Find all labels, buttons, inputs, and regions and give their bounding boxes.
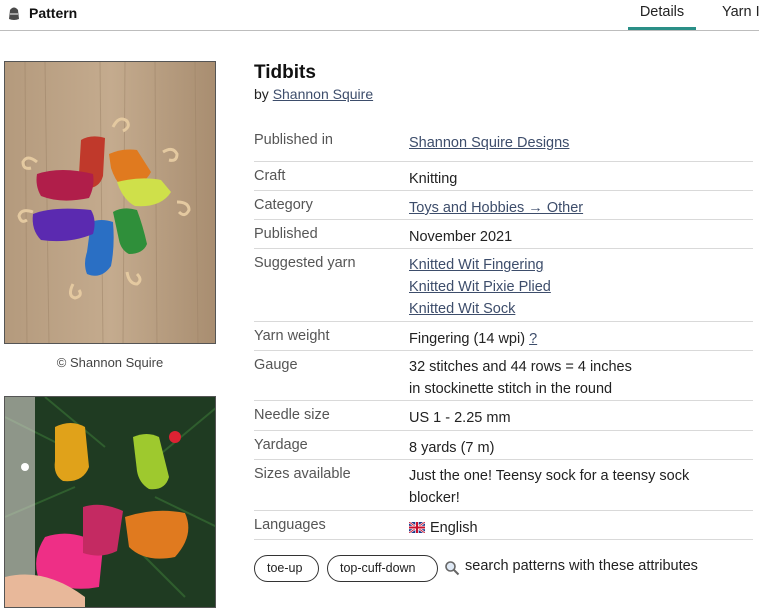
yarn-link[interactable]: Knitted Wit Pixie Plied: [409, 276, 551, 298]
detail-value: Shannon Squire Designs: [409, 132, 569, 154]
detail-value: Knitted Wit Fingering Knitted Wit Pixie …: [409, 254, 551, 320]
detail-row-needle-size: Needle size US 1 - 2.25 mm: [254, 401, 753, 431]
tag-toe-up[interactable]: toe-up: [254, 555, 319, 582]
detail-row-yardage: Yardage 8 yards (7 m): [254, 431, 753, 460]
detail-value: 8 yards (7 m): [409, 440, 495, 456]
detail-value: Knitting: [409, 171, 458, 187]
yarn-link[interactable]: Knitted Wit Fingering: [409, 254, 551, 276]
detail-label: Published in: [254, 132, 333, 148]
gauge-line: in stockinette stitch in the round: [409, 381, 613, 397]
detail-row-published: Published November 2021: [254, 220, 753, 249]
designer-link[interactable]: Shannon Squire: [273, 86, 373, 102]
pattern-icon: [9, 7, 19, 20]
pattern-photo-secondary[interactable]: [4, 396, 216, 608]
top-bar: Pattern Details Yarn I: [0, 0, 759, 31]
search-icon[interactable]: [444, 560, 460, 576]
detail-row-languages: Languages English: [254, 511, 753, 540]
sizes-line: Just the one! Teensy sock for a teensy s…: [409, 468, 690, 484]
uk-flag-icon: [409, 522, 425, 533]
category-link[interactable]: Toys and Hobbies → Other: [409, 197, 583, 219]
detail-row-sizes: Sizes available Just the one! Teensy soc…: [254, 460, 753, 511]
detail-row-craft: Craft Knitting: [254, 162, 753, 191]
tab-yarn-label: Yarn I: [722, 4, 759, 20]
detail-value: Fingering (14 wpi) ?: [409, 328, 537, 350]
yarn-link[interactable]: Knitted Wit Sock: [409, 298, 551, 320]
detail-label: Sizes available: [254, 466, 351, 482]
tab-yarn[interactable]: Yarn I: [722, 4, 759, 20]
tab-details[interactable]: Details: [628, 4, 696, 30]
detail-label: Published: [254, 226, 318, 242]
detail-label: Yarn weight: [254, 328, 330, 344]
pattern-photo-main[interactable]: [4, 61, 216, 344]
detail-row-category: Category Toys and Hobbies → Other: [254, 191, 753, 220]
detail-value: US 1 - 2.25 mm: [409, 410, 511, 426]
section-label: Pattern: [29, 5, 78, 21]
detail-row-gauge: Gauge 32 stitches and 44 rows = 4 inches…: [254, 351, 753, 401]
photo-credit: © Shannon Squire: [56, 355, 164, 370]
byline: by Shannon Squire: [254, 86, 373, 102]
detail-label: Needle size: [254, 407, 330, 423]
published-in-link[interactable]: Shannon Squire Designs: [409, 132, 569, 154]
yarn-weight-help-link[interactable]: ?: [529, 331, 537, 347]
detail-row-yarn-weight: Yarn weight Fingering (14 wpi) ?: [254, 322, 753, 351]
detail-label: Gauge: [254, 357, 298, 373]
sizes-line: blocker!: [409, 490, 460, 506]
tab-details-label: Details: [639, 4, 685, 20]
detail-label: Craft: [254, 168, 286, 184]
detail-label: Suggested yarn: [254, 255, 356, 271]
language-value: English: [430, 520, 478, 536]
detail-label: Yardage: [254, 437, 308, 453]
tag-top-cuff-down[interactable]: top-cuff-down: [327, 555, 438, 582]
pattern-title: Tidbits: [254, 62, 316, 83]
yarn-weight-value: Fingering (14 wpi): [409, 331, 526, 347]
detail-value: Toys and Hobbies → Other: [409, 197, 583, 219]
detail-label: Category: [254, 197, 313, 213]
search-attributes-link[interactable]: search patterns with these attributes: [465, 558, 698, 574]
detail-row-suggested-yarn: Suggested yarn Knitted Wit Fingering Kni…: [254, 249, 753, 322]
detail-value: 32 stitches and 44 rows = 4 inches in st…: [409, 356, 632, 400]
detail-value: Just the one! Teensy sock for a teensy s…: [409, 465, 689, 509]
gauge-line: 32 stitches and 44 rows = 4 inches: [409, 359, 632, 375]
detail-label: Languages: [254, 517, 326, 533]
detail-row-published-in: Published in Shannon Squire Designs: [254, 126, 753, 162]
detail-value: English: [409, 517, 478, 539]
by-prefix: by: [254, 86, 269, 102]
detail-value: November 2021: [409, 229, 513, 245]
